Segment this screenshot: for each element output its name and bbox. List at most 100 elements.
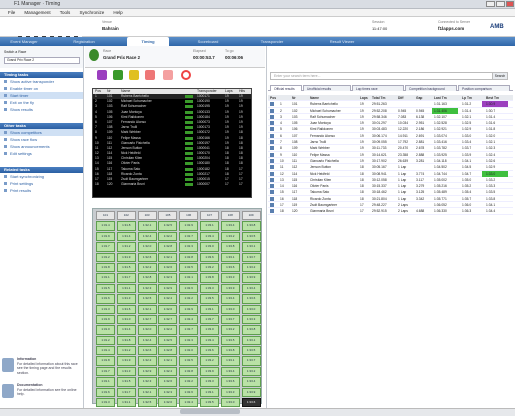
grid-cell[interactable]: 1:33.5 — [200, 398, 219, 408]
grid-cell[interactable]: 1:31.1 — [116, 283, 136, 294]
tab-transponder[interactable]: Transponder — [250, 37, 294, 46]
grid-cell[interactable]: 1:33.3 — [220, 273, 240, 283]
grid-cell[interactable]: 1:32.3 — [179, 335, 199, 346]
grid-cell[interactable]: 1:33.5 — [241, 346, 261, 356]
grid-cell[interactable]: 1:33.9 — [200, 366, 219, 377]
grid-cell[interactable]: 1:32.3 — [137, 283, 157, 294]
grid-cell[interactable]: 1:31.3 — [116, 366, 136, 377]
grid-cell[interactable]: 1:33.0 — [220, 304, 240, 314]
grid-cell[interactable]: 1:33.4 — [241, 377, 261, 387]
grid-cell[interactable]: 1:32.7 — [137, 314, 157, 325]
grid-cell[interactable]: 1:32.8 — [137, 273, 157, 283]
grid-cell[interactable]: 1:33.8 — [241, 221, 261, 231]
minimize-button[interactable] — [486, 1, 495, 7]
task-start-timer[interactable]: Start timer — [0, 92, 83, 99]
grid-cell[interactable]: 1:33.0 — [200, 242, 219, 252]
grid-cell[interactable]: 1:32.4 — [137, 335, 157, 346]
grid-cell[interactable]: 1:32.1 — [137, 304, 157, 314]
grid-cell[interactable]: 1:32.0 — [137, 242, 157, 252]
grid-cell[interactable]: 1:31.7 — [116, 273, 136, 283]
task-show-race-flow[interactable]: Show race flow — [0, 136, 83, 143]
grid-cell[interactable]: 1:32.4 — [158, 294, 178, 304]
grid-cell[interactable]: 1:31.2 — [96, 252, 115, 262]
tab-timing[interactable]: Timing — [127, 37, 169, 46]
grid-cell[interactable]: 1:31.2 — [116, 346, 136, 356]
grid-cell[interactable]: 1:31.7 — [96, 366, 115, 377]
grid-cell[interactable]: 1:32.5 — [158, 221, 178, 231]
task-print-settings[interactable]: Print settings — [0, 180, 83, 187]
grid-cell[interactable]: 1:32.5 — [137, 294, 157, 304]
grid-cell[interactable]: 1:33.2 — [200, 262, 219, 273]
grid-column-header[interactable]: 109 — [241, 211, 261, 221]
tab-lap-times-race[interactable]: Lap times race — [352, 85, 404, 91]
grid-cell[interactable]: 1:32.9 — [179, 304, 199, 314]
grid-cell[interactable]: 1:33.0 — [220, 398, 240, 408]
menu-help[interactable]: Help — [113, 9, 122, 17]
grid-column-header[interactable]: 102 — [116, 211, 136, 221]
grid-cell[interactable]: 1:32.5 — [137, 398, 157, 408]
grid-cell[interactable]: 1:31.3 — [96, 398, 115, 408]
grid-cell[interactable]: 1:32.2 — [158, 231, 178, 242]
grid-cell[interactable]: 1:32.2 — [179, 294, 199, 304]
grid-cell[interactable]: 1:33.9 — [241, 273, 261, 283]
tab-unofficial-results[interactable]: Unofficial results — [303, 85, 351, 91]
grid-cell[interactable]: 1:32.4 — [179, 314, 199, 325]
grid-column-header[interactable]: 108 — [220, 211, 240, 221]
grid-cell[interactable]: 1:31.6 — [116, 304, 136, 314]
grid-cell[interactable]: 1:33.1 — [220, 252, 240, 262]
grid-column-header[interactable]: 101 — [96, 211, 115, 221]
help-information-title[interactable]: Information — [17, 357, 36, 361]
grid-cell[interactable]: 1:31.8 — [96, 356, 115, 366]
grid-cell[interactable]: 1:32.5 — [179, 262, 199, 273]
grid-cell[interactable]: 1:33.8 — [220, 346, 240, 356]
grid-cell[interactable]: 1:33.4 — [200, 231, 219, 242]
grid-cell[interactable]: 1:31.2 — [96, 335, 115, 346]
race-selector-dropdown[interactable]: Grand Prix Race 2 — [4, 57, 80, 64]
grid-cell[interactable]: 1:31.3 — [96, 304, 115, 314]
grid-cell[interactable]: 1:31.8 — [96, 262, 115, 273]
tab-position-comparison[interactable]: Position comparison — [458, 85, 510, 91]
grid-column-header[interactable]: 105 — [158, 211, 178, 221]
tab-official-results[interactable]: Official results — [270, 85, 302, 91]
grid-cell[interactable]: 1:32.9 — [137, 366, 157, 377]
grid-cell[interactable]: 1:31.5 — [116, 377, 136, 387]
grid-cell[interactable]: 1:33.2 — [220, 325, 240, 335]
task-start-synchronizing[interactable]: Start synchronizing — [0, 173, 83, 180]
grid-cell[interactable]: 1:32.7 — [179, 231, 199, 242]
grid-cell[interactable]: 1:32.4 — [158, 366, 178, 377]
grid-cell[interactable]: 1:32.4 — [137, 231, 157, 242]
grid-cell[interactable]: 1:32.8 — [179, 366, 199, 377]
grid-cell[interactable]: 1:31.0 — [96, 325, 115, 335]
grid-cell[interactable]: 1:32.1 — [158, 356, 178, 366]
grid-cell[interactable]: 1:33.7 — [200, 314, 219, 325]
task-show-active-transponder[interactable]: Show active transponder — [0, 78, 83, 85]
grid-column-header[interactable]: 107 — [200, 211, 219, 221]
grid-cell[interactable]: 1:33.8 — [200, 273, 219, 283]
grid-cell[interactable]: 1:31.7 — [96, 242, 115, 252]
grid-cell[interactable]: 1:31.4 — [96, 346, 115, 356]
grid-cell[interactable]: 1:33.0 — [241, 304, 261, 314]
task-show-announcements[interactable]: Show announcements — [0, 143, 83, 150]
grid-cell[interactable]: 1:32.3 — [158, 273, 178, 283]
grid-cell[interactable]: 1:32.5 — [158, 335, 178, 346]
grid-cell[interactable]: 1:33.0 — [200, 325, 219, 335]
grid-cell[interactable]: 1:32.2 — [158, 325, 178, 335]
task-edit-settings[interactable]: Edit settings — [0, 150, 83, 157]
grid-cell[interactable]: 1:31.9 — [116, 252, 136, 262]
grid-cell[interactable]: 1:32.8 — [158, 242, 178, 252]
grid-cell[interactable]: 1:32.1 — [158, 252, 178, 262]
grid-cell[interactable]: 1:32.2 — [137, 356, 157, 366]
red-flag-icon[interactable] — [145, 70, 155, 80]
grid-cell[interactable]: 1:31.9 — [96, 231, 115, 242]
grid-cell[interactable]: 1:31.1 — [96, 377, 115, 387]
result-row[interactable]: 18 120 Gianmaria Bruni 17 29:52.915 2 Laps 4.6… — [268, 208, 513, 215]
menu-management[interactable]: Management — [24, 9, 50, 17]
grid-cell[interactable]: 1:32.1 — [137, 221, 157, 231]
grid-cell[interactable]: 1:33.2 — [241, 366, 261, 377]
horizontal-scrollbar[interactable] — [180, 409, 240, 414]
grid-cell[interactable]: 1:32.6 — [137, 346, 157, 356]
grid-cell[interactable]: 1:31.4 — [116, 325, 136, 335]
grid-cell[interactable]: 1:33.9 — [241, 387, 261, 398]
grid-cell[interactable]: 1:33.7 — [220, 314, 240, 325]
grid-cell[interactable]: 1:32.9 — [158, 283, 178, 294]
